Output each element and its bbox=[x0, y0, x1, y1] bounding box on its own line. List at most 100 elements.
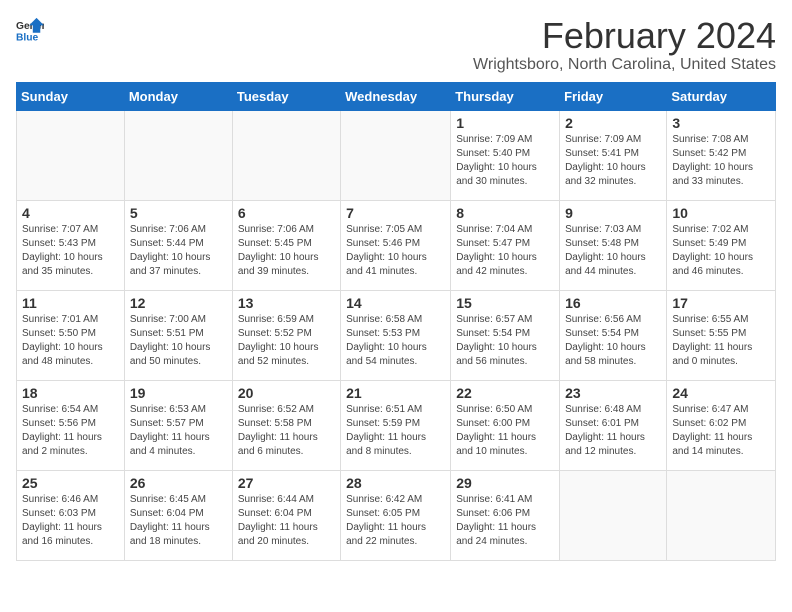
day-info: Sunrise: 7:01 AMSunset: 5:50 PMDaylight:… bbox=[22, 313, 119, 369]
table-row: 20Sunrise: 6:52 AMSunset: 5:58 PMDayligh… bbox=[232, 380, 340, 470]
table-row: 8 Sunrise: 7:04 AMSunset: 5:47 PMDaylight… bbox=[451, 200, 560, 290]
logo-icon: General Blue bbox=[16, 16, 44, 44]
table-row: 11Sunrise: 7:01 AMSunset: 5:50 PMDayligh… bbox=[17, 290, 125, 380]
day-number: 15 bbox=[456, 295, 554, 311]
day-info: Sunrise: 6:52 AMSunset: 5:58 PMDaylight:… bbox=[238, 403, 335, 459]
col-tuesday: Tuesday bbox=[232, 82, 340, 110]
day-number: 12 bbox=[130, 295, 227, 311]
table-row: 17 Sunrise: 6:55 AMSunset: 5:55 PMDayligh… bbox=[667, 290, 776, 380]
col-wednesday: Wednesday bbox=[341, 82, 451, 110]
table-row bbox=[17, 110, 125, 200]
day-number: 4 bbox=[22, 205, 119, 221]
day-info: Sunrise: 7:05 AMSunset: 5:46 PMDaylight:… bbox=[346, 223, 445, 279]
day-number: 13 bbox=[238, 295, 335, 311]
day-number: 6 bbox=[238, 205, 335, 221]
day-info: Sunrise: 6:59 AMSunset: 5:52 PMDaylight:… bbox=[238, 313, 335, 369]
table-row bbox=[560, 470, 667, 560]
day-number: 16 bbox=[565, 295, 661, 311]
table-row: 2 Sunrise: 7:09 AMSunset: 5:41 PMDaylight… bbox=[560, 110, 667, 200]
table-row: 16Sunrise: 6:56 AMSunset: 5:54 PMDayligh… bbox=[560, 290, 667, 380]
day-info: Sunrise: 6:44 AMSunset: 6:04 PMDaylight:… bbox=[238, 493, 335, 549]
table-row: 6 Sunrise: 7:06 AMSunset: 5:45 PMDaylight… bbox=[232, 200, 340, 290]
day-info: Sunrise: 7:08 AMSunset: 5:42 PMDaylight:… bbox=[672, 133, 770, 189]
day-number: 26 bbox=[130, 475, 227, 491]
day-number: 28 bbox=[346, 475, 445, 491]
day-number: 19 bbox=[130, 385, 227, 401]
day-number: 29 bbox=[456, 475, 554, 491]
day-info: Sunrise: 6:48 AMSunset: 6:01 PMDaylight:… bbox=[565, 403, 661, 459]
day-number: 5 bbox=[130, 205, 227, 221]
day-info: Sunrise: 7:03 AMSunset: 5:48 PMDaylight:… bbox=[565, 223, 661, 279]
table-row: 19 Sunrise: 6:53 AMSunset: 5:57 PMDayligh… bbox=[124, 380, 232, 470]
day-info: Sunrise: 6:53 AMSunset: 5:57 PMDaylight:… bbox=[130, 403, 227, 459]
calendar-header-row: Sunday Monday Tuesday Wednesday Thursday… bbox=[17, 82, 776, 110]
table-row: 18 Sunrise: 6:54 AMSunset: 5:56 PMDayligh… bbox=[17, 380, 125, 470]
table-row: 4Sunrise: 7:07 AMSunset: 5:43 PMDaylight… bbox=[17, 200, 125, 290]
day-number: 1 bbox=[456, 115, 554, 131]
day-info: Sunrise: 6:55 AMSunset: 5:55 PMDaylight:… bbox=[672, 313, 770, 369]
table-row: 22 Sunrise: 6:50 AMSunset: 6:00 PMDayligh… bbox=[451, 380, 560, 470]
day-info: Sunrise: 7:02 AMSunset: 5:49 PMDaylight:… bbox=[672, 223, 770, 279]
table-row: 24 Sunrise: 6:47 AMSunset: 6:02 PMDayligh… bbox=[667, 380, 776, 470]
calendar-subtitle: Wrightsboro, North Carolina, United Stat… bbox=[473, 56, 776, 74]
day-info: Sunrise: 6:42 AMSunset: 6:05 PMDaylight:… bbox=[346, 493, 445, 549]
day-number: 22 bbox=[456, 385, 554, 401]
day-info: Sunrise: 7:04 AMSunset: 5:47 PMDaylight:… bbox=[456, 223, 554, 279]
day-number: 7 bbox=[346, 205, 445, 221]
table-row: 27 Sunrise: 6:44 AMSunset: 6:04 PMDayligh… bbox=[232, 470, 340, 560]
day-info: Sunrise: 6:51 AMSunset: 5:59 PMDaylight:… bbox=[346, 403, 445, 459]
svg-text:Blue: Blue bbox=[16, 32, 39, 43]
table-row: 3 Sunrise: 7:08 AMSunset: 5:42 PMDaylight… bbox=[667, 110, 776, 200]
col-sunday: Sunday bbox=[17, 82, 125, 110]
col-monday: Monday bbox=[124, 82, 232, 110]
day-info: Sunrise: 6:50 AMSunset: 6:00 PMDaylight:… bbox=[456, 403, 554, 459]
table-row bbox=[667, 470, 776, 560]
table-row bbox=[341, 110, 451, 200]
calendar-week-row: 18 Sunrise: 6:54 AMSunset: 5:56 PMDayligh… bbox=[17, 380, 776, 470]
day-number: 24 bbox=[672, 385, 770, 401]
table-row: 25 Sunrise: 6:46 AMSunset: 6:03 PMDayligh… bbox=[17, 470, 125, 560]
day-number: 27 bbox=[238, 475, 335, 491]
day-number: 25 bbox=[22, 475, 119, 491]
table-row: 13 Sunrise: 6:59 AMSunset: 5:52 PMDayligh… bbox=[232, 290, 340, 380]
day-info: Sunrise: 7:00 AMSunset: 5:51 PMDaylight:… bbox=[130, 313, 227, 369]
day-number: 21 bbox=[346, 385, 445, 401]
day-number: 17 bbox=[672, 295, 770, 311]
table-row: 5 Sunrise: 7:06 AMSunset: 5:44 PMDaylight… bbox=[124, 200, 232, 290]
calendar-table: Sunday Monday Tuesday Wednesday Thursday… bbox=[16, 82, 776, 561]
table-row bbox=[124, 110, 232, 200]
day-number: 9 bbox=[565, 205, 661, 221]
table-row: 10 Sunrise: 7:02 AMSunset: 5:49 PMDayligh… bbox=[667, 200, 776, 290]
table-row: 21 Sunrise: 6:51 AMSunset: 5:59 PMDayligh… bbox=[341, 380, 451, 470]
table-row: 9 Sunrise: 7:03 AMSunset: 5:48 PMDaylight… bbox=[560, 200, 667, 290]
table-row: 26 Sunrise: 6:45 AMSunset: 6:04 PMDayligh… bbox=[124, 470, 232, 560]
day-info: Sunrise: 6:54 AMSunset: 5:56 PMDaylight:… bbox=[22, 403, 119, 459]
table-row: 14Sunrise: 6:58 AMSunset: 5:53 PMDayligh… bbox=[341, 290, 451, 380]
day-number: 23 bbox=[565, 385, 661, 401]
day-number: 10 bbox=[672, 205, 770, 221]
day-number: 18 bbox=[22, 385, 119, 401]
col-friday: Friday bbox=[560, 82, 667, 110]
day-info: Sunrise: 6:41 AMSunset: 6:06 PMDaylight:… bbox=[456, 493, 554, 549]
day-info: Sunrise: 7:09 AMSunset: 5:41 PMDaylight:… bbox=[565, 133, 661, 189]
day-number: 2 bbox=[565, 115, 661, 131]
table-row: 7 Sunrise: 7:05 AMSunset: 5:46 PMDaylight… bbox=[341, 200, 451, 290]
day-info: Sunrise: 7:09 AMSunset: 5:40 PMDaylight:… bbox=[456, 133, 554, 189]
day-info: Sunrise: 7:06 AMSunset: 5:44 PMDaylight:… bbox=[130, 223, 227, 279]
title-area: February 2024 Wrightsboro, North Carolin… bbox=[473, 16, 776, 74]
day-info: Sunrise: 6:45 AMSunset: 6:04 PMDaylight:… bbox=[130, 493, 227, 549]
table-row: 1 Sunrise: 7:09 AMSunset: 5:40 PMDaylight… bbox=[451, 110, 560, 200]
logo: General Blue bbox=[16, 16, 44, 44]
table-row: 15 Sunrise: 6:57 AMSunset: 5:54 PMDayligh… bbox=[451, 290, 560, 380]
day-number: 14 bbox=[346, 295, 445, 311]
day-info: Sunrise: 7:06 AMSunset: 5:45 PMDaylight:… bbox=[238, 223, 335, 279]
day-number: 8 bbox=[456, 205, 554, 221]
calendar-week-row: 1 Sunrise: 7:09 AMSunset: 5:40 PMDaylight… bbox=[17, 110, 776, 200]
day-info: Sunrise: 6:57 AMSunset: 5:54 PMDaylight:… bbox=[456, 313, 554, 369]
day-info: Sunrise: 6:47 AMSunset: 6:02 PMDaylight:… bbox=[672, 403, 770, 459]
table-row: 28 Sunrise: 6:42 AMSunset: 6:05 PMDayligh… bbox=[341, 470, 451, 560]
table-row bbox=[232, 110, 340, 200]
day-number: 3 bbox=[672, 115, 770, 131]
calendar-week-row: 11Sunrise: 7:01 AMSunset: 5:50 PMDayligh… bbox=[17, 290, 776, 380]
day-info: Sunrise: 6:46 AMSunset: 6:03 PMDaylight:… bbox=[22, 493, 119, 549]
